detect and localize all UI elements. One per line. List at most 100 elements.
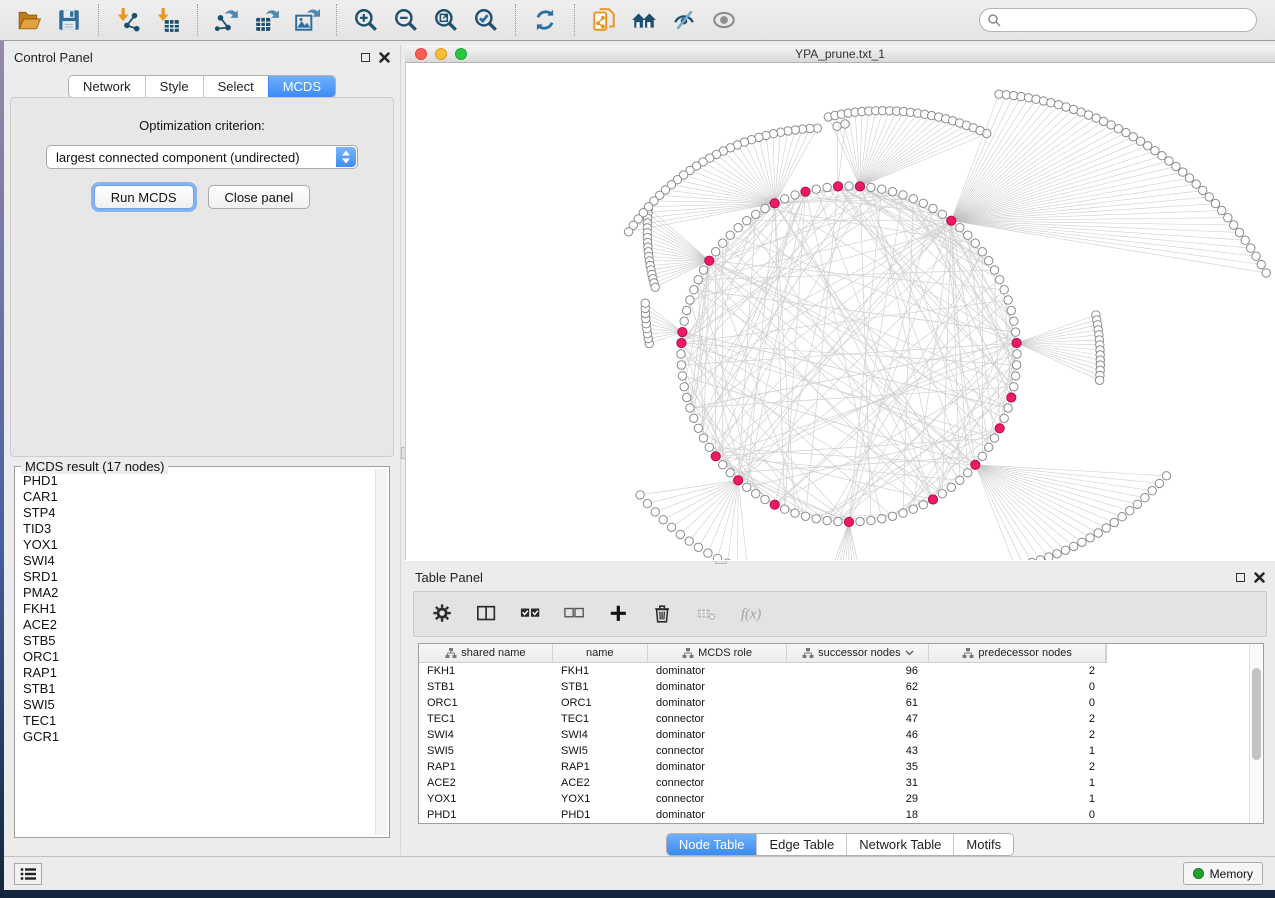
tab-style[interactable]: Style: [145, 76, 203, 97]
control-panel: Control Panel NetworkStyleSelectMCDS Opt…: [4, 45, 400, 855]
tab-motifs[interactable]: Motifs: [953, 834, 1013, 855]
function-icon[interactable]: f(x): [740, 603, 762, 625]
list-icon: [20, 867, 36, 881]
mcds-result-list[interactable]: PHD1CAR1STP4TID3YOX1SWI4SRD1PMA2FKH1ACE2…: [17, 473, 375, 835]
mcds-result-item[interactable]: RAP1: [23, 665, 375, 681]
node-table[interactable]: shared namenameMCDS rolesuccessor nodesp…: [418, 643, 1264, 824]
network-view-window: YPA_prune.txt_1: [405, 45, 1275, 561]
export-table-button[interactable]: [247, 4, 287, 36]
home-button[interactable]: [624, 4, 664, 36]
memory-label: Memory: [1210, 867, 1253, 881]
mcds-result-item[interactable]: TID3: [23, 521, 375, 537]
column-header-predecessor-nodes[interactable]: predecessor nodes: [929, 644, 1106, 662]
zoom-out-button[interactable]: [386, 4, 426, 36]
svg-text:f(x): f(x): [741, 607, 761, 623]
mcds-result-item[interactable]: YOX1: [23, 537, 375, 553]
table-panel-title: Table Panel: [415, 570, 483, 585]
column-icon[interactable]: [476, 603, 498, 625]
mcds-options-panel: Optimization criterion: largest connecte…: [10, 97, 394, 457]
tab-edge-table[interactable]: Edge Table: [756, 834, 846, 855]
sort-icon: [905, 650, 914, 656]
export-image-button[interactable]: [287, 4, 327, 36]
close-panel-button[interactable]: Close panel: [208, 185, 311, 209]
open-button[interactable]: [9, 4, 49, 36]
hide-graphics-button[interactable]: [664, 4, 704, 36]
tab-network[interactable]: Network: [69, 76, 145, 97]
float-panel-icon[interactable]: [361, 53, 370, 62]
table-row[interactable]: FKH1FKH1dominator962: [419, 663, 1263, 679]
tree-icon: [802, 647, 814, 659]
run-mcds-button[interactable]: Run MCDS: [94, 185, 194, 209]
tab-node-table[interactable]: Node Table: [667, 834, 757, 855]
table-row[interactable]: ORC1ORC1dominator610: [419, 695, 1263, 711]
zoom-selected-button[interactable]: [466, 4, 506, 36]
mcds-result-item[interactable]: ACE2: [23, 617, 375, 633]
mcds-result-item[interactable]: ORC1: [23, 649, 375, 665]
save-button[interactable]: [49, 4, 89, 36]
import-table-button[interactable]: [148, 4, 188, 36]
network-title: YPA_prune.txt_1: [405, 47, 1275, 61]
clone-network-button[interactable]: [584, 4, 624, 36]
criterion-select[interactable]: largest connected component (undirected): [46, 145, 358, 169]
mcds-result-item[interactable]: SWI4: [23, 553, 375, 569]
deselect-all-icon[interactable]: [564, 603, 586, 625]
table-row[interactable]: ACE2ACE2connector311: [419, 775, 1263, 791]
criterion-value: largest connected component (undirected): [47, 150, 300, 165]
mcds-result-item[interactable]: TEC1: [23, 713, 375, 729]
table-row[interactable]: TEC1TEC1connector472: [419, 711, 1263, 727]
table-panel-tabs: Node TableEdge TableNetwork TableMotifs: [405, 833, 1275, 856]
table-row[interactable]: YOX1YOX1connector291: [419, 791, 1263, 807]
scrollbar-thumb[interactable]: [1252, 668, 1261, 760]
table-row[interactable]: PHD1PHD1dominator180: [419, 807, 1263, 823]
table-row[interactable]: SWI4SWI4dominator462: [419, 727, 1263, 743]
settings-icon[interactable]: [432, 603, 454, 625]
network-canvas[interactable]: [405, 63, 1275, 560]
delete-table-icon[interactable]: [696, 603, 718, 625]
column-header-shared-name[interactable]: shared name: [419, 644, 553, 662]
search-icon: [987, 13, 1001, 27]
import-network-button[interactable]: [108, 4, 148, 36]
memory-button[interactable]: Memory: [1183, 862, 1263, 885]
network-titlebar: YPA_prune.txt_1: [405, 45, 1275, 63]
tab-mcds[interactable]: MCDS: [268, 76, 335, 97]
column-header-name[interactable]: name: [553, 644, 648, 662]
tab-select[interactable]: Select: [203, 76, 268, 97]
mcds-result-item[interactable]: PMA2: [23, 585, 375, 601]
export-network-button[interactable]: [207, 4, 247, 36]
mcds-result-item[interactable]: PHD1: [23, 473, 375, 489]
search-input[interactable]: [979, 8, 1257, 32]
column-header-successor-nodes[interactable]: successor nodes: [787, 644, 929, 662]
zoom-fit-button[interactable]: [426, 4, 466, 36]
task-history-button[interactable]: [14, 863, 42, 885]
column-header-MCDS-role[interactable]: MCDS role: [648, 644, 788, 662]
mcds-result-item[interactable]: CAR1: [23, 489, 375, 505]
table-body: FKH1FKH1dominator962STB1STB1dominator620…: [419, 663, 1263, 823]
table-toolbar: f(x): [413, 591, 1267, 637]
table-row[interactable]: SWI5SWI5connector431: [419, 743, 1263, 759]
tree-icon: [962, 647, 974, 659]
mcds-result-item[interactable]: STB1: [23, 681, 375, 697]
mcds-result-item[interactable]: FKH1: [23, 601, 375, 617]
table-row[interactable]: STB1STB1dominator620: [419, 679, 1263, 695]
select-all-icon[interactable]: [520, 603, 542, 625]
mcds-result-item[interactable]: SWI5: [23, 697, 375, 713]
optimization-criterion-label: Optimization criterion:: [11, 118, 393, 133]
refresh-button[interactable]: [525, 4, 565, 36]
tab-network-table[interactable]: Network Table: [846, 834, 953, 855]
mcds-result-item[interactable]: STP4: [23, 505, 375, 521]
close-panel-icon[interactable]: [379, 52, 390, 63]
mcds-result-title: MCDS result (17 nodes): [21, 459, 168, 474]
zoom-in-button[interactable]: [346, 4, 386, 36]
control-panel-tabs: NetworkStyleSelectMCDS: [4, 75, 400, 98]
mcds-result-item[interactable]: SRD1: [23, 569, 375, 585]
mcds-result-item[interactable]: GCR1: [23, 729, 375, 745]
mcds-list-scrollbar[interactable]: [375, 469, 387, 835]
show-graphics-button[interactable]: [704, 4, 744, 36]
add-icon[interactable]: [608, 603, 630, 625]
close-panel-icon[interactable]: [1254, 572, 1265, 583]
float-panel-icon[interactable]: [1236, 573, 1245, 582]
table-scrollbar[interactable]: [1249, 644, 1263, 823]
mcds-result-item[interactable]: STB5: [23, 633, 375, 649]
delete-icon[interactable]: [652, 603, 674, 625]
table-row[interactable]: RAP1RAP1dominator352: [419, 759, 1263, 775]
